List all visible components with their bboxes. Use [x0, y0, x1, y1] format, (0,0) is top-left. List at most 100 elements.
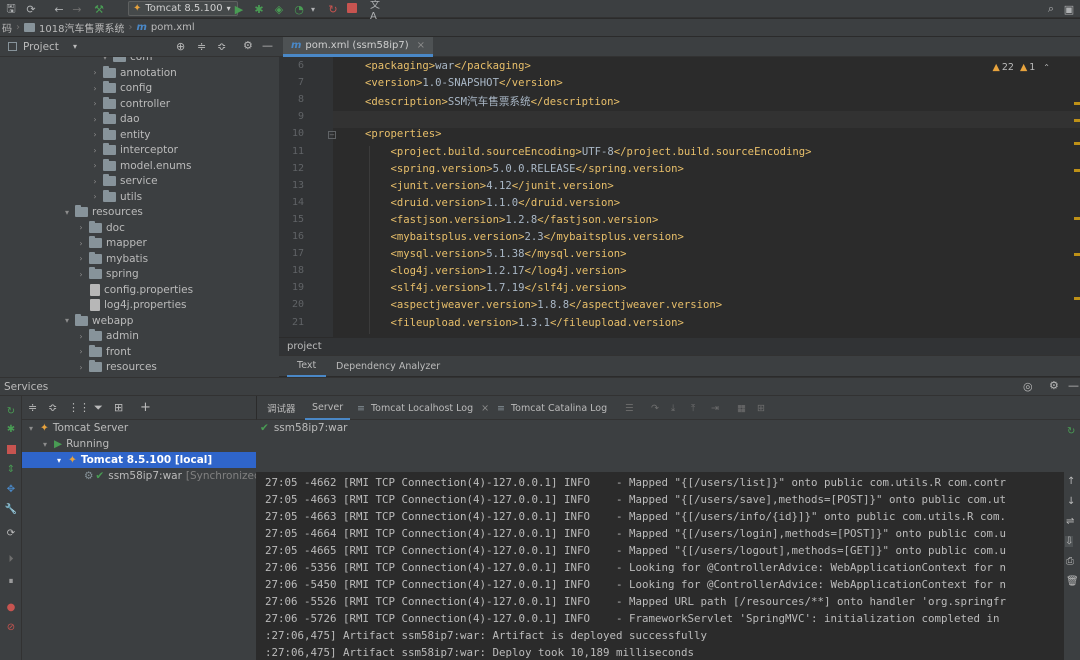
editor-tab-pom[interactable]: m pom.xml (ssm58ip7) ×	[283, 37, 433, 57]
project-tree-item[interactable]: › config	[90, 80, 152, 96]
rerun-icon[interactable]: ↻	[4, 404, 18, 418]
stop-icon[interactable]	[4, 442, 18, 456]
pause-icon[interactable]: ⏸	[4, 574, 18, 588]
chevron-down-icon[interactable]: ▾	[26, 424, 36, 433]
stripe-mark[interactable]	[1074, 253, 1080, 256]
services-title[interactable]: Services	[4, 381, 48, 393]
collapse-all-icon[interactable]: ≎	[217, 40, 226, 53]
error-stripe[interactable]	[1068, 57, 1080, 337]
close-icon[interactable]: ×	[481, 403, 489, 414]
breadcrumb-project[interactable]: 码	[2, 20, 12, 35]
code-line[interactable]: <packaging>war</packaging>	[365, 60, 531, 72]
stripe-mark[interactable]	[1074, 102, 1080, 105]
debug-icon[interactable]: ✱	[4, 422, 18, 436]
tab-server[interactable]: Server	[305, 396, 351, 420]
expand-all-icon[interactable]: ≑	[28, 401, 37, 414]
step-over-icon[interactable]: ↷	[651, 396, 659, 420]
stripe-mark[interactable]	[1074, 142, 1080, 145]
code-line[interactable]: <mybaitsplus.version>2.3</mybaitsplus.ve…	[365, 231, 684, 243]
chevron-right-icon[interactable]: ›	[90, 68, 100, 77]
code-line[interactable]: <fastjson.version>1.2.8</fastjson.versio…	[365, 214, 659, 226]
list-icon[interactable]: ☰	[625, 396, 634, 420]
chevron-right-icon[interactable]: ›	[76, 239, 86, 248]
code-line[interactable]: <druid.version>1.1.0</druid.version>	[365, 197, 621, 209]
locate-file-icon[interactable]: ⊕	[176, 40, 185, 53]
project-tree-item[interactable]: › interceptor	[90, 142, 178, 158]
code-line[interactable]: <junit.version>4.12</junit.version>	[365, 180, 614, 192]
project-tree-item[interactable]: › annotation	[90, 65, 177, 81]
stripe-mark[interactable]	[1074, 169, 1080, 172]
hide-panel-icon[interactable]: —	[262, 39, 273, 52]
project-tree-item[interactable]: ▾ resources	[62, 204, 143, 220]
project-tree-item[interactable]: › utils	[90, 189, 142, 205]
mute-breakpoints-icon[interactable]: ⊘	[4, 620, 18, 634]
project-tree-item[interactable]: › mybatis	[76, 251, 148, 267]
chevron-right-icon[interactable]: ›	[90, 130, 100, 139]
close-icon[interactable]: ×	[417, 40, 425, 51]
chevron-right-icon[interactable]: ›	[76, 270, 86, 279]
chevron-down-icon[interactable]: ▾	[62, 208, 72, 217]
layout-icon[interactable]: ⊞	[757, 396, 765, 420]
code-line[interactable]: <properties>	[365, 128, 442, 140]
ide-features-icon[interactable]: ▣	[1062, 2, 1076, 16]
more-run-chevron-icon[interactable]: ▾	[306, 2, 320, 16]
breadcrumb-module[interactable]: 1018汽车售票系统	[39, 20, 124, 35]
run-to-cursor-icon[interactable]: ⇥	[711, 396, 719, 420]
server-log-output[interactable]: 27:05 -4662 [RMI TCP Connection(4)-127.0…	[256, 472, 1064, 660]
fold-icon[interactable]: −	[328, 131, 336, 140]
code-line[interactable]: <slf4j.version>1.7.19</slf4j.version>	[365, 282, 627, 294]
build-hammer-icon[interactable]: ⚒	[92, 2, 106, 16]
tab-dependency-analyzer[interactable]: Dependency Analyzer	[331, 356, 445, 377]
chevron-down-icon[interactable]: ▾	[40, 440, 50, 449]
gear-icon[interactable]: ⚙	[1049, 379, 1059, 392]
chevron-right-icon[interactable]: ›	[76, 363, 86, 372]
chevron-right-icon[interactable]: ›	[76, 332, 86, 341]
project-tree-item[interactable]: › service	[90, 173, 158, 189]
rerun-icon[interactable]: ↻	[1067, 426, 1075, 437]
deploy-icon[interactable]: ⇕	[4, 462, 18, 476]
tree-node-artifact[interactable]: ⚙ ✔ ssm58ip7:war [Synchronized]	[84, 468, 265, 484]
evaluate-icon[interactable]: ▦	[737, 396, 746, 420]
stop-icon[interactable]	[347, 3, 357, 13]
chevron-right-icon[interactable]: ›	[90, 84, 100, 93]
chevron-right-icon[interactable]: ›	[76, 254, 86, 263]
project-tree-item[interactable]: log4j.properties	[76, 297, 187, 313]
chevron-down-icon[interactable]: ▾	[54, 456, 64, 465]
step-out-icon[interactable]: ⤒	[691, 396, 695, 420]
hide-panel-icon[interactable]: —	[1068, 379, 1079, 392]
project-panel-title[interactable]: Project	[23, 41, 59, 53]
filter-icon[interactable]: ⏷	[94, 401, 103, 415]
run-config-selector[interactable]: ✦ Tomcat 8.5.100 ▾	[128, 1, 238, 16]
run-icon[interactable]: ▶	[232, 2, 246, 16]
project-tree-item[interactable]: › dao	[90, 111, 140, 127]
group-icon[interactable]: ⋮⋮	[68, 401, 90, 414]
translate-icon[interactable]: 文A	[370, 0, 384, 22]
xml-breadcrumb[interactable]: project	[287, 341, 322, 352]
expand-all-icon[interactable]: ≑	[197, 40, 206, 53]
back-icon[interactable]: ←	[52, 2, 66, 16]
chevron-right-icon[interactable]: ›	[76, 223, 86, 232]
search-icon[interactable]: ⌕	[1044, 2, 1058, 16]
chevron-down-icon[interactable]: ▾	[62, 316, 72, 325]
tab-tomcat-catalina-log[interactable]: ≡ Tomcat Catalina Log	[497, 396, 607, 420]
tree-node-tomcat-instance[interactable]: ▾ ✦ Tomcat 8.5.100 [local]	[54, 452, 212, 468]
code-line[interactable]: <log4j.version>1.2.17</log4j.version>	[365, 265, 627, 277]
chevron-right-icon[interactable]: ›	[90, 161, 100, 170]
code-line[interactable]: <mysql.version>5.1.38</mysql.version>	[365, 248, 627, 260]
project-tree-item[interactable]: ▾ webapp	[62, 313, 133, 329]
save-icon[interactable]: 🖫	[4, 2, 18, 16]
coverage-icon[interactable]: ◈	[272, 2, 286, 16]
project-tree-item[interactable]: › resources	[76, 359, 157, 375]
tab-text[interactable]: Text	[287, 356, 327, 377]
stripe-mark[interactable]	[1074, 297, 1080, 300]
project-tree-item[interactable]: › controller	[90, 96, 170, 112]
code-line[interactable]: <description>SSM汽车售票系统</description>	[365, 94, 620, 109]
code-line[interactable]: <project.build.sourceEncoding>UTF-8</pro…	[365, 146, 812, 158]
chevron-down-icon[interactable]: ▾	[73, 42, 77, 51]
code-line[interactable]: <aspectjweaver.version>1.8.8</aspectjwea…	[365, 299, 723, 311]
sync-icon[interactable]: ⟳	[24, 2, 38, 16]
gear-icon[interactable]: ⚙	[243, 39, 253, 52]
view-breakpoints-icon[interactable]: ●	[4, 600, 18, 614]
chevron-right-icon[interactable]: ›	[90, 146, 100, 155]
project-tree-item[interactable]: › doc	[76, 220, 125, 236]
